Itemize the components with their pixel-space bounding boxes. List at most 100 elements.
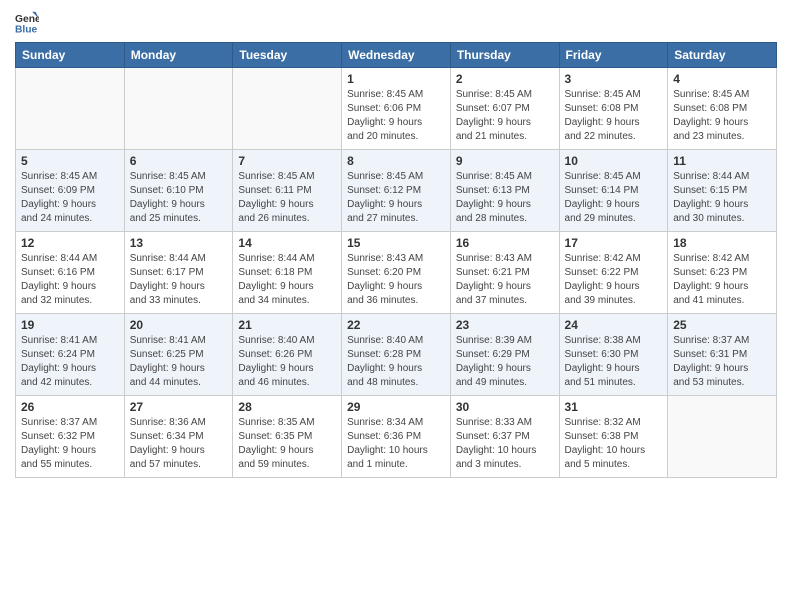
calendar-cell: 13Sunrise: 8:44 AM Sunset: 6:17 PM Dayli… [124,232,233,314]
day-info: Sunrise: 8:42 AM Sunset: 6:23 PM Dayligh… [673,252,771,308]
day-number: 16 [456,236,554,250]
day-number: 29 [347,400,445,414]
calendar-cell [233,68,342,150]
calendar-cell: 10 Sunrise: 8:45 AM Sunset: 6:14 PM Dayli… [559,150,668,232]
calendar-cell: 15 Sunrise: 8:43 AM Sunset: 6:20 PM Dayli… [342,232,451,314]
day-number: 28 [238,400,336,414]
day-info: Sunrise: 8:45 AM Sunset: 6:12 PM Dayligh… [347,170,445,226]
day-info: Sunrise: 8:44 AM Sunset: 6:15 PM Dayligh… [673,170,771,226]
day-number: 22 [347,318,445,332]
calendar-cell: 17Sunrise: 8:42 AM Sunset: 6:22 PM Dayli… [559,232,668,314]
calendar-cell: 1Sunrise: 8:45 AM Sunset: 6:06 PM Daylig… [342,68,451,150]
day-number: 5 [21,154,119,168]
calendar-cell: 12 Sunrise: 8:44 AM Sunset: 6:16 PM Dayli… [16,232,125,314]
day-number: 20 [130,318,228,332]
day-info: Sunrise: 8:37 AM Sunset: 6:32 PM Dayligh… [21,416,119,472]
calendar-cell: 28 Sunrise: 8:35 AM Sunset: 6:35 PM Dayli… [233,396,342,478]
day-info: Sunrise: 8:45 AM Sunset: 6:08 PM Dayligh… [673,88,771,144]
day-info: Sunrise: 8:43 AM Sunset: 6:20 PM Dayligh… [347,252,445,308]
logo-icon: General Blue [15,10,39,34]
day-number: 30 [456,400,554,414]
calendar: SundayMondayTuesdayWednesdayThursdayFrid… [15,42,777,478]
day-info: Sunrise: 8:39 AM Sunset: 6:29 PM Dayligh… [456,334,554,390]
calendar-cell: 26 Sunrise: 8:37 AM Sunset: 6:32 PM Dayli… [16,396,125,478]
day-number: 14 [238,236,336,250]
calendar-cell [668,396,777,478]
day-info: Sunrise: 8:37 AM Sunset: 6:31 PM Dayligh… [673,334,771,390]
day-info: Sunrise: 8:45 AM Sunset: 6:14 PM Dayligh… [565,170,663,226]
day-number: 11 [673,154,771,168]
calendar-cell: 24 Sunrise: 8:38 AM Sunset: 6:30 PM Dayli… [559,314,668,396]
day-number: 13 [130,236,228,250]
calendar-cell [124,68,233,150]
day-number: 24 [565,318,663,332]
day-info: Sunrise: 8:40 AM Sunset: 6:28 PM Dayligh… [347,334,445,390]
day-number: 25 [673,318,771,332]
calendar-cell: 29 Sunrise: 8:34 AM Sunset: 6:36 PM Dayli… [342,396,451,478]
calendar-cell: 18 Sunrise: 8:42 AM Sunset: 6:23 PM Dayli… [668,232,777,314]
day-info: Sunrise: 8:45 AM Sunset: 6:11 PM Dayligh… [238,170,336,226]
day-number: 23 [456,318,554,332]
weekday-header-row: SundayMondayTuesdayWednesdayThursdayFrid… [16,43,777,68]
day-info: Sunrise: 8:40 AM Sunset: 6:26 PM Dayligh… [238,334,336,390]
calendar-cell: 14 Sunrise: 8:44 AM Sunset: 6:18 PM Dayli… [233,232,342,314]
calendar-cell: 11 Sunrise: 8:44 AM Sunset: 6:15 PM Dayli… [668,150,777,232]
day-info: Sunrise: 8:38 AM Sunset: 6:30 PM Dayligh… [565,334,663,390]
calendar-cell [16,68,125,150]
day-info: Sunrise: 8:41 AM Sunset: 6:24 PM Dayligh… [21,334,119,390]
weekday-header-saturday: Saturday [668,43,777,68]
day-number: 26 [21,400,119,414]
calendar-cell: 16 Sunrise: 8:43 AM Sunset: 6:21 PM Dayli… [450,232,559,314]
day-number: 17 [565,236,663,250]
weekday-header-tuesday: Tuesday [233,43,342,68]
svg-text:General: General [15,14,39,25]
weekday-header-monday: Monday [124,43,233,68]
logo: General Blue [15,10,43,34]
week-row-3: 12 Sunrise: 8:44 AM Sunset: 6:16 PM Dayli… [16,232,777,314]
week-row-5: 26 Sunrise: 8:37 AM Sunset: 6:32 PM Dayli… [16,396,777,478]
day-number: 31 [565,400,663,414]
calendar-cell: 30 Sunrise: 8:33 AM Sunset: 6:37 PM Dayli… [450,396,559,478]
calendar-cell: 3Sunrise: 8:45 AM Sunset: 6:08 PM Daylig… [559,68,668,150]
calendar-cell: 2Sunrise: 8:45 AM Sunset: 6:07 PM Daylig… [450,68,559,150]
day-number: 4 [673,72,771,86]
day-info: Sunrise: 8:44 AM Sunset: 6:16 PM Dayligh… [21,252,119,308]
day-info: Sunrise: 8:34 AM Sunset: 6:36 PM Dayligh… [347,416,445,472]
day-number: 19 [21,318,119,332]
day-number: 6 [130,154,228,168]
day-info: Sunrise: 8:45 AM Sunset: 6:10 PM Dayligh… [130,170,228,226]
week-row-4: 19 Sunrise: 8:41 AM Sunset: 6:24 PM Dayli… [16,314,777,396]
calendar-cell: 25 Sunrise: 8:37 AM Sunset: 6:31 PM Dayli… [668,314,777,396]
day-info: Sunrise: 8:41 AM Sunset: 6:25 PM Dayligh… [130,334,228,390]
day-info: Sunrise: 8:45 AM Sunset: 6:06 PM Dayligh… [347,88,445,144]
day-number: 12 [21,236,119,250]
calendar-cell: 21Sunrise: 8:40 AM Sunset: 6:26 PM Dayli… [233,314,342,396]
day-number: 10 [565,154,663,168]
day-info: Sunrise: 8:33 AM Sunset: 6:37 PM Dayligh… [456,416,554,472]
calendar-cell: 31 Sunrise: 8:32 AM Sunset: 6:38 PM Dayli… [559,396,668,478]
day-number: 18 [673,236,771,250]
calendar-cell: 9Sunrise: 8:45 AM Sunset: 6:13 PM Daylig… [450,150,559,232]
weekday-header-thursday: Thursday [450,43,559,68]
calendar-cell: 6 Sunrise: 8:45 AM Sunset: 6:10 PM Daylig… [124,150,233,232]
day-info: Sunrise: 8:35 AM Sunset: 6:35 PM Dayligh… [238,416,336,472]
weekday-header-wednesday: Wednesday [342,43,451,68]
day-number: 15 [347,236,445,250]
day-info: Sunrise: 8:36 AM Sunset: 6:34 PM Dayligh… [130,416,228,472]
calendar-cell: 22 Sunrise: 8:40 AM Sunset: 6:28 PM Dayli… [342,314,451,396]
day-info: Sunrise: 8:44 AM Sunset: 6:18 PM Dayligh… [238,252,336,308]
day-number: 2 [456,72,554,86]
weekday-header-sunday: Sunday [16,43,125,68]
day-number: 7 [238,154,336,168]
weekday-header-friday: Friday [559,43,668,68]
day-number: 8 [347,154,445,168]
day-info: Sunrise: 8:32 AM Sunset: 6:38 PM Dayligh… [565,416,663,472]
calendar-cell: 19 Sunrise: 8:41 AM Sunset: 6:24 PM Dayli… [16,314,125,396]
calendar-cell: 27Sunrise: 8:36 AM Sunset: 6:34 PM Dayli… [124,396,233,478]
day-info: Sunrise: 8:43 AM Sunset: 6:21 PM Dayligh… [456,252,554,308]
week-row-2: 5Sunrise: 8:45 AM Sunset: 6:09 PM Daylig… [16,150,777,232]
calendar-cell: 5Sunrise: 8:45 AM Sunset: 6:09 PM Daylig… [16,150,125,232]
day-number: 9 [456,154,554,168]
calendar-cell: 7 Sunrise: 8:45 AM Sunset: 6:11 PM Daylig… [233,150,342,232]
svg-text:Blue: Blue [15,24,38,34]
